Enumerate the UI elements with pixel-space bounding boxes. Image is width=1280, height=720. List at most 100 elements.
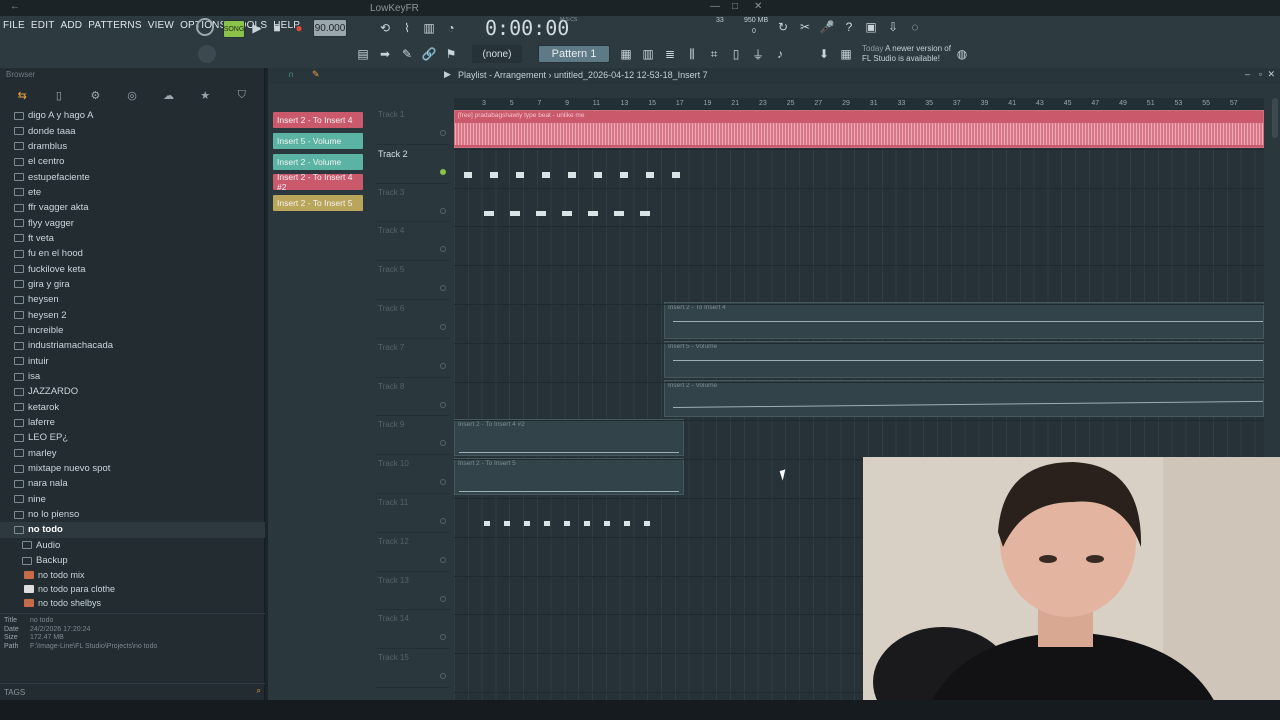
track-header[interactable]: Track 14: [376, 610, 450, 650]
menu-patterns[interactable]: PATTERNS: [85, 17, 144, 37]
help-icon[interactable]: ?: [840, 18, 858, 36]
link-icon[interactable]: 🔗: [420, 45, 438, 63]
folder-item[interactable]: fu en el hood: [0, 246, 265, 261]
globe-icon[interactable]: ◍: [953, 45, 971, 63]
project-file-item[interactable]: no todo para clothe: [0, 582, 265, 596]
folder-item[interactable]: flyy vagger: [0, 215, 265, 230]
folder-item[interactable]: digo A y hago A: [0, 108, 265, 123]
folder-item[interactable]: dramblus: [0, 139, 265, 154]
plugins-icon[interactable]: ⚙: [77, 89, 114, 102]
folder-item[interactable]: intuir: [0, 354, 265, 369]
automation-clip[interactable]: Insert 2 - To Insert 4 #2: [454, 419, 684, 456]
track-header[interactable]: Track 13: [376, 572, 450, 611]
metronome-icon[interactable]: ▥: [420, 19, 438, 37]
magnet-icon[interactable]: ∩: [288, 69, 294, 79]
folder-item[interactable]: marley: [0, 446, 265, 461]
folder-item[interactable]: fuckilove keta: [0, 261, 265, 276]
clip-source[interactable]: Insert 5 - Volume: [273, 132, 363, 149]
pattern-selector[interactable]: Pattern 1: [538, 45, 610, 63]
track-header[interactable]: Track 11: [376, 494, 450, 533]
clip-source[interactable]: Insert 2 - To Insert 4 #2: [273, 172, 363, 192]
browser-icon[interactable]: ▯: [727, 45, 745, 63]
current-project-icon[interactable]: ◎: [114, 89, 151, 102]
arrow-icon[interactable]: ➡: [376, 45, 394, 63]
folder-item[interactable]: heysen: [0, 292, 265, 307]
tempo-tap-icon[interactable]: ♪: [771, 45, 789, 63]
automation-clip[interactable]: Insert 2 - To Insert 5: [454, 458, 684, 495]
loop-record-icon[interactable]: ◔: [442, 19, 460, 37]
track-header[interactable]: Track 4: [376, 222, 450, 262]
tags-bar[interactable]: TAGS ⌕: [0, 683, 265, 701]
track-header[interactable]: Track 5: [376, 261, 450, 300]
mixer-icon[interactable]: ≣: [661, 45, 679, 63]
files-icon[interactable]: ▯: [41, 89, 78, 102]
plug-icon[interactable]: ⏚: [749, 45, 767, 63]
project-file-item[interactable]: no todo mix: [0, 568, 265, 582]
audio-clip[interactable]: [free] pradabagshawty type beat - unlike…: [454, 110, 1264, 148]
folder-item[interactable]: heysen 2: [0, 307, 265, 322]
pat-song-knob-icon[interactable]: [196, 18, 214, 36]
folder-item[interactable]: isa: [0, 369, 265, 384]
close-icon[interactable]: ✕: [1267, 69, 1275, 80]
menu-view[interactable]: VIEW: [145, 17, 177, 37]
folder-item[interactable]: mixtape nuevo spot: [0, 461, 265, 476]
back-icon[interactable]: ←: [10, 1, 20, 12]
folder-item[interactable]: ete: [0, 185, 265, 200]
pattern-overdub-icon[interactable]: ⟲: [376, 19, 394, 37]
automation-clip[interactable]: Insert 2 - Volume: [664, 380, 1264, 417]
step-edit-icon[interactable]: ⌇: [398, 19, 416, 37]
favorites-icon[interactable]: ★: [187, 89, 224, 102]
snap-select[interactable]: (none): [472, 45, 522, 63]
search-icon[interactable]: ⌕: [257, 686, 261, 696]
stop-icon[interactable]: ■: [268, 19, 286, 37]
master-volume-icon[interactable]: [198, 45, 216, 63]
browser-menu-icon[interactable]: ⇆: [4, 89, 41, 102]
subfolder-item[interactable]: Audio: [0, 538, 265, 553]
pattern-notes[interactable]: [484, 211, 664, 216]
save-icon[interactable]: ▣: [862, 18, 880, 36]
tempo-display[interactable]: 90.000: [313, 19, 347, 37]
timeline-ruler[interactable]: 3 5 7 9 11 13 15 17 19 21 23 25 27 29 31 33 35 37 39 41 43 45…: [454, 98, 1264, 110]
folder-item[interactable]: ketarok: [0, 400, 265, 415]
folder-item[interactable]: donde taaa: [0, 123, 265, 138]
folder-item[interactable]: el centro: [0, 154, 265, 169]
play-icon[interactable]: ▶: [248, 19, 266, 37]
folder-item[interactable]: industriamachacada: [0, 338, 265, 353]
folder-item-selected[interactable]: no todo: [0, 522, 265, 538]
record-icon[interactable]: ●: [290, 19, 308, 37]
track-header-active[interactable]: Track 2: [376, 145, 450, 184]
update-hint[interactable]: Today A newer version of FL Studio is av…: [862, 44, 962, 64]
calendar-icon[interactable]: ▦: [837, 45, 855, 63]
cloud-icon[interactable]: ☁: [150, 89, 187, 102]
clip-source[interactable]: Insert 2 - Volume: [273, 153, 363, 170]
plugin-icon[interactable]: ⌗: [705, 45, 723, 63]
song-mode-button[interactable]: SONG: [223, 20, 245, 38]
export-icon[interactable]: ⇩: [884, 18, 902, 36]
folder-item[interactable]: nara nala: [0, 476, 265, 491]
folder-item[interactable]: ft veta: [0, 231, 265, 246]
piano-roll-icon[interactable]: ▤: [354, 45, 372, 63]
menu-file[interactable]: FILE: [0, 17, 28, 37]
channel-rack-icon[interactable]: ▥: [639, 45, 657, 63]
brush-icon[interactable]: ✎: [398, 45, 416, 63]
eq-icon[interactable]: ⫼: [683, 45, 701, 63]
minimize-icon[interactable]: –: [1245, 69, 1250, 79]
stamp-icon[interactable]: ⚑: [442, 45, 460, 63]
folder-item[interactable]: increible: [0, 323, 265, 338]
folder-item[interactable]: estupefaciente: [0, 169, 265, 184]
play-icon[interactable]: ▶: [444, 69, 451, 80]
tag-icon[interactable]: ⛉: [223, 89, 260, 102]
folder-item[interactable]: ffr vagger akta: [0, 200, 265, 215]
track-header[interactable]: Track 6: [376, 300, 450, 339]
track-header[interactable]: Track 7: [376, 339, 450, 378]
track-header[interactable]: Track 3: [376, 184, 450, 223]
track-header[interactable]: Track 1: [376, 106, 450, 145]
folder-item[interactable]: JAZZARDO: [0, 384, 265, 399]
track-header[interactable]: Track 12: [376, 533, 450, 572]
cut-icon[interactable]: ✂: [796, 18, 814, 36]
vertical-scrollbar[interactable]: [1272, 98, 1278, 138]
automation-clip[interactable]: Insert 2 - To Insert 4: [664, 302, 1264, 339]
minimize-icon[interactable]: —: [710, 1, 720, 12]
track-header[interactable]: Track 8: [376, 378, 450, 417]
folder-item[interactable]: gira y gira: [0, 277, 265, 292]
